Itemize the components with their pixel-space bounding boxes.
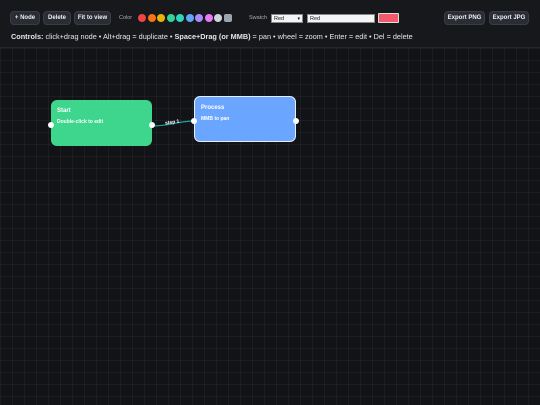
fit-to-view-button[interactable]: Fit to view: [74, 11, 111, 25]
node-start[interactable]: Start Double-click to edit: [48, 100, 155, 146]
color-swatch[interactable]: [147, 14, 156, 22]
input-port[interactable]: [191, 118, 197, 124]
color-swatch[interactable]: [138, 14, 146, 22]
toolbar: + Node Delete Fit to view Color Swatch R…: [0, 0, 540, 48]
controls-bold-text: Space+Drag (or MMB): [174, 32, 251, 41]
edge-start-to-process[interactable]: [151, 120, 196, 127]
color-swatch[interactable]: [176, 14, 184, 22]
node-title: Process: [201, 105, 225, 111]
swatch-name-input[interactable]: Red: [307, 14, 375, 23]
edge-layer: step 1: [151, 119, 196, 127]
edge-label[interactable]: step 1: [165, 119, 180, 127]
color-swatch[interactable]: [214, 14, 222, 22]
color-preview-swatch[interactable]: [378, 13, 399, 23]
export-jpg-button[interactable]: Export JPG: [489, 11, 529, 25]
swatch-select[interactable]: Red ▾: [271, 14, 303, 23]
export-png-button[interactable]: Export PNG: [444, 11, 485, 25]
color-label: Color: [119, 15, 133, 21]
node-subtitle: Double-click to edit: [57, 119, 104, 125]
output-port[interactable]: [149, 122, 155, 128]
controls-text-2: = pan • wheel = zoom • Enter = edit • De…: [250, 32, 413, 41]
swatch-select-value: Red: [274, 15, 285, 22]
swatch-label: Swatch: [249, 15, 268, 21]
controls-help-text: Controls: click+drag node • Alt+drag = d…: [11, 32, 413, 41]
input-port[interactable]: [48, 122, 54, 128]
add-node-button[interactable]: + Node: [10, 11, 40, 25]
output-port[interactable]: [293, 118, 299, 124]
color-swatch[interactable]: [166, 14, 175, 22]
chevron-down-icon: ▾: [297, 16, 300, 22]
node-title: Start: [57, 108, 71, 114]
node-subtitle: MMB to pan: [201, 116, 230, 122]
color-swatch[interactable]: [185, 14, 194, 22]
controls-prefix: Controls:: [11, 32, 44, 41]
color-swatch[interactable]: [157, 14, 165, 22]
delete-button[interactable]: Delete: [43, 11, 71, 25]
controls-text-1: click+drag node • Alt+drag = duplicate •: [43, 32, 175, 41]
color-swatch[interactable]: [195, 14, 203, 22]
color-swatch[interactable]: [204, 14, 213, 22]
color-swatch[interactable]: [223, 14, 232, 22]
color-palette: [138, 14, 232, 23]
node-process[interactable]: Process MMB to pan: [191, 96, 299, 142]
